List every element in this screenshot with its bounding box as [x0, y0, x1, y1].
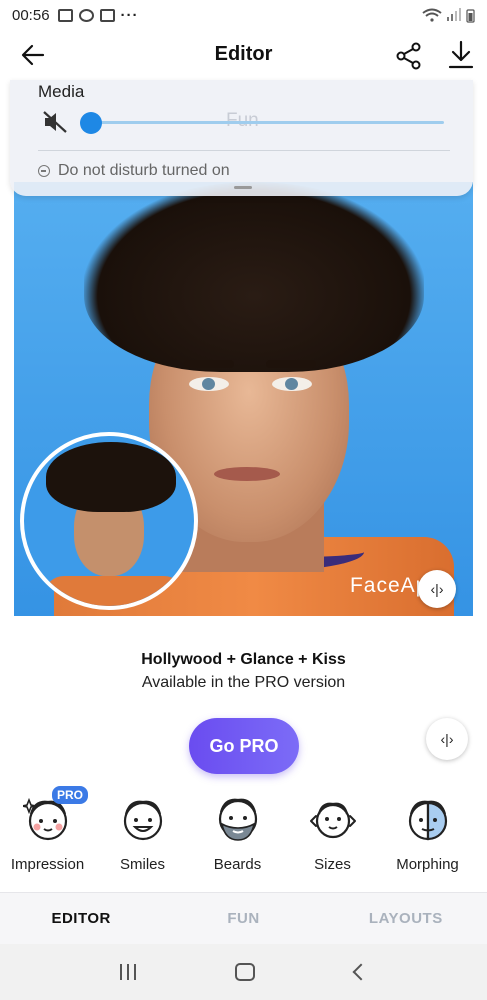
tab-fun[interactable]: FUN: [162, 910, 324, 927]
battery-icon: [466, 8, 475, 23]
dnd-text: Do not disturb turned on: [58, 162, 230, 179]
feature-impression[interactable]: PRO Impression: [0, 786, 95, 890]
wifi-icon: [422, 8, 442, 22]
dnd-status: Do not disturb turned on: [38, 162, 230, 180]
tab-editor[interactable]: EDITOR: [0, 910, 162, 927]
feature-label: Beards: [213, 856, 262, 873]
photo-left-brow: [184, 360, 234, 368]
panel-drag-handle[interactable]: [234, 186, 252, 189]
volume-slider-thumb[interactable]: [80, 112, 102, 134]
smiles-icon: [123, 800, 162, 841]
feature-label: Impression: [10, 856, 85, 873]
feature-beards[interactable]: Beards: [190, 790, 285, 890]
feature-smiles[interactable]: Smiles: [95, 790, 190, 890]
system-back-icon[interactable]: [352, 963, 370, 981]
sizes-icon: [309, 802, 356, 839]
thumb-shirt: [44, 576, 184, 606]
feature-row: PRO Impression Smiles Beards Sizes Morph…: [0, 786, 487, 890]
pro-badge: PRO: [52, 786, 89, 804]
photo-right-brow: [266, 360, 316, 368]
volume-slider-track[interactable]: [92, 121, 444, 124]
feature-label: Smiles: [119, 856, 165, 873]
sync-notification-icon: [78, 8, 94, 22]
status-time: 00:56: [12, 6, 50, 24]
filter-name: Hollywood + Glance + Kiss: [141, 651, 346, 668]
media-label: Media: [38, 82, 85, 101]
signal-icon: [447, 8, 461, 21]
system-nav-bar: [0, 944, 487, 1000]
photo-left-eye: [189, 377, 229, 391]
feature-label: Morphing: [396, 856, 459, 873]
feature-label: Sizes: [314, 856, 351, 873]
compare-toggle-icon[interactable]: ‹|›: [426, 718, 468, 760]
original-photo-thumbnail[interactable]: [20, 432, 198, 610]
feature-morphing[interactable]: Morphing: [380, 790, 475, 890]
feature-sizes[interactable]: Sizes: [285, 790, 380, 890]
thumb-hair: [46, 442, 176, 512]
beards-icon: [218, 798, 257, 841]
app-bar: Editor: [0, 30, 487, 80]
mail-notification-icon: [99, 8, 115, 22]
share-icon[interactable]: [396, 42, 422, 70]
bottom-tabs: EDITOR FUN LAYOUTS: [0, 892, 487, 944]
mute-icon[interactable]: [42, 110, 68, 134]
status-bar: 00:56 ···: [0, 0, 487, 30]
recent-apps-icon[interactable]: [119, 964, 136, 980]
panel-divider: [38, 150, 450, 151]
photo-hair: [84, 182, 424, 372]
tab-layouts[interactable]: LAYOUTS: [325, 910, 487, 927]
download-icon[interactable]: [448, 40, 474, 70]
morphing-icon: [408, 800, 447, 841]
photo-compare-toggle-icon[interactable]: ‹|›: [418, 570, 456, 608]
volume-panel: Media Fun Do not disturb turned on: [10, 80, 473, 196]
gallery-notification-icon: [57, 8, 73, 22]
home-icon[interactable]: [235, 963, 256, 981]
photo-right-eye: [272, 377, 312, 391]
photo-mouth: [214, 467, 280, 481]
more-notifications-icon: ···: [120, 6, 139, 24]
go-pro-button[interactable]: Go PRO: [189, 718, 299, 774]
dnd-icon: [38, 165, 50, 177]
pro-availability-note: Available in the PRO version: [141, 674, 346, 691]
